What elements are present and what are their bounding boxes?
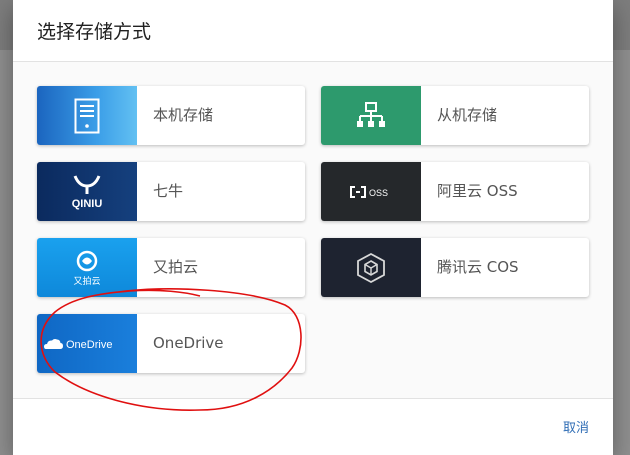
storage-select-dialog: 选择存储方式 本机存储 从机存储 QINIU 七牛 OSS 阿里云 OSS 又拍… <box>13 0 613 455</box>
option-upyun[interactable]: 又拍云 又拍云 <box>37 238 305 297</box>
option-label: 从机存储 <box>437 106 498 124</box>
option-onedrive[interactable]: OneDrive OneDrive <box>37 314 305 373</box>
option-qiniu[interactable]: QINIU 七牛 <box>37 162 305 221</box>
option-label: 腾讯云 COS <box>437 258 519 276</box>
option-label: 又拍云 <box>153 258 199 276</box>
network-tree-icon <box>357 101 385 127</box>
option-tencent-cos[interactable]: 腾讯云 COS <box>321 238 589 297</box>
upyun-logo-text: 又拍云 <box>73 275 100 287</box>
option-aliyun-oss[interactable]: OSS 阿里云 OSS <box>321 162 589 221</box>
option-local-storage[interactable]: 本机存储 <box>37 86 305 145</box>
option-label: 阿里云 OSS <box>437 182 518 200</box>
dialog-title: 选择存储方式 <box>37 21 152 43</box>
tencent-cloud-logo <box>321 238 421 297</box>
option-slave-storage[interactable]: 从机存储 <box>321 86 589 145</box>
dialog-footer: 取消 <box>13 398 613 455</box>
qiniu-logo: QINIU <box>37 162 137 221</box>
option-label: 七牛 <box>153 182 184 200</box>
onedrive-logo-text: OneDrive <box>66 339 112 351</box>
option-label: OneDrive <box>153 334 224 352</box>
local-storage-logo <box>37 86 137 145</box>
cancel-button[interactable]: 取消 <box>563 417 589 436</box>
server-icon <box>74 98 100 133</box>
option-label: 本机存储 <box>153 106 214 124</box>
dialog-header: 选择存储方式 <box>13 0 613 62</box>
upyun-logo: 又拍云 <box>37 238 137 297</box>
aliyun-logo-text: OSS <box>369 188 388 198</box>
aliyun-logo: OSS <box>321 162 421 221</box>
qiniu-logo-text: QINIU <box>72 198 103 210</box>
cloud-icon <box>44 338 63 349</box>
slave-storage-logo <box>321 86 421 145</box>
onedrive-logo: OneDrive <box>37 314 137 373</box>
cube-icon <box>357 252 385 283</box>
